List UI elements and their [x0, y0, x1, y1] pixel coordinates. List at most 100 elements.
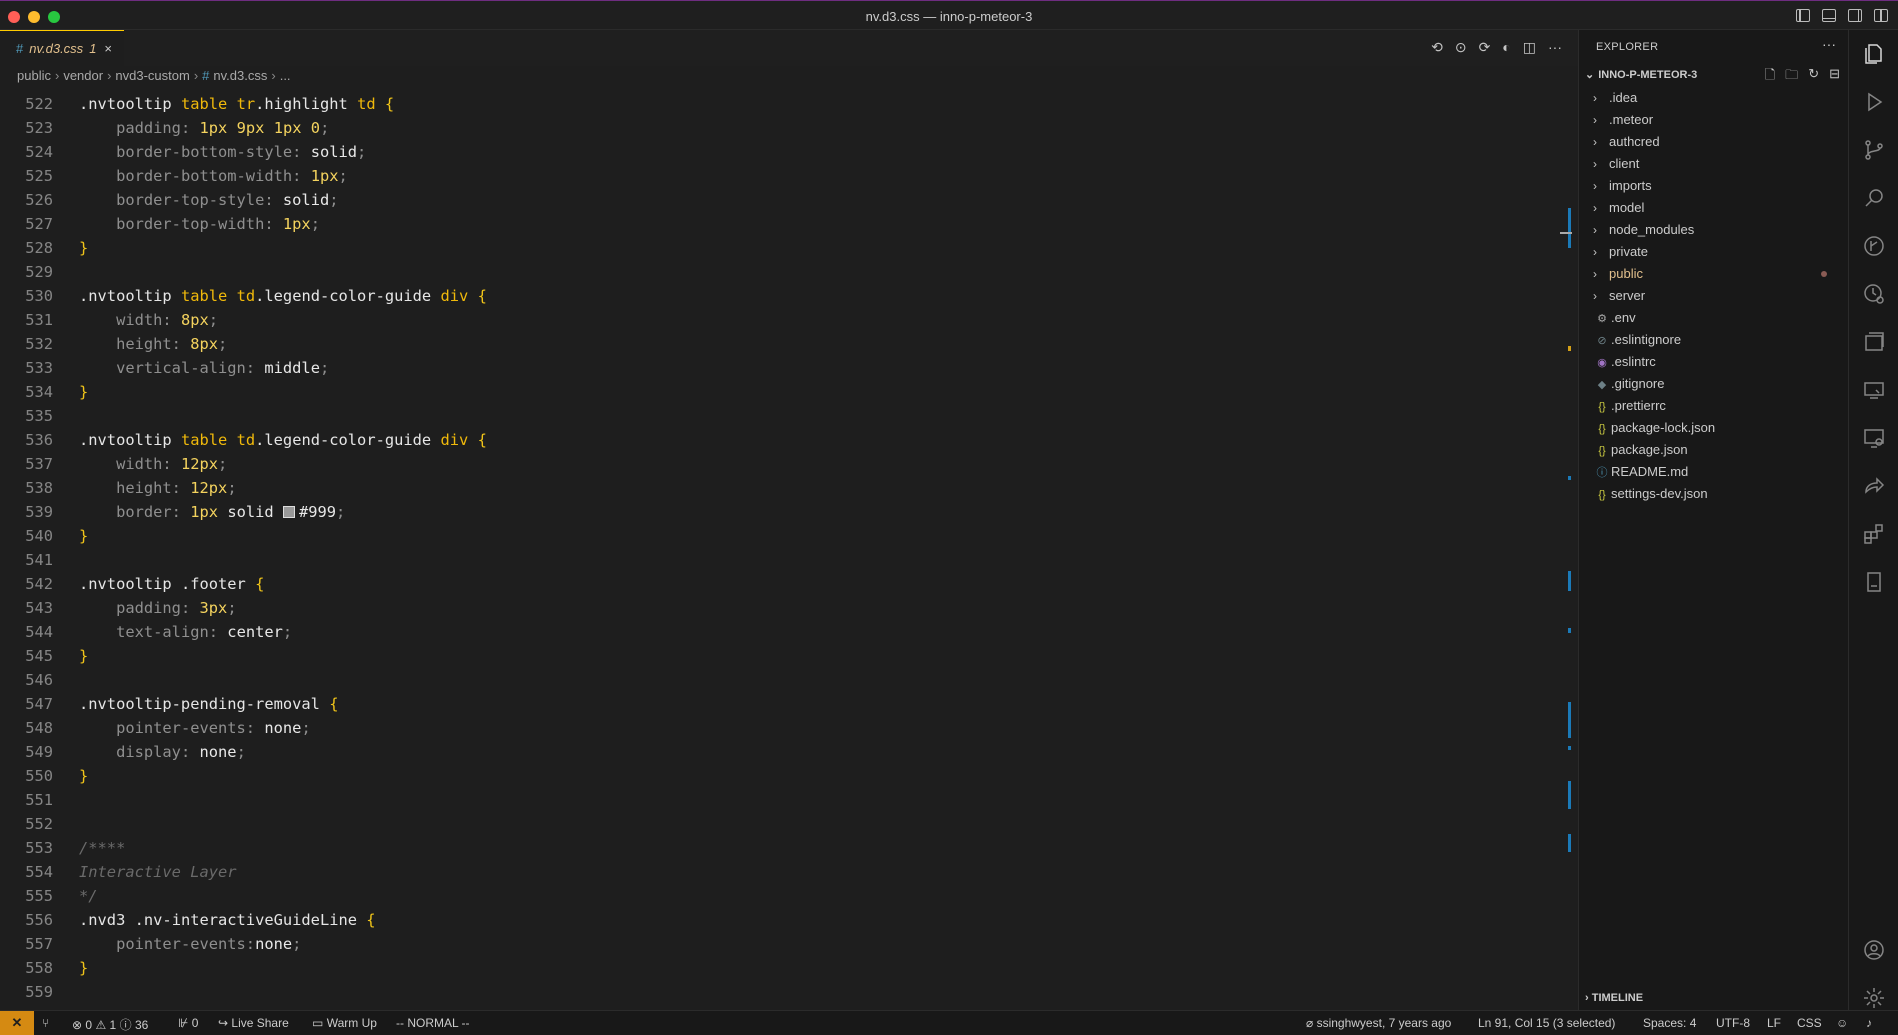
- tree-folder[interactable]: › server: [1579, 285, 1849, 307]
- indentation[interactable]: Spaces: 4: [1643, 1016, 1696, 1030]
- code-line: 532 height: 8px;: [0, 332, 1560, 356]
- new-file-icon[interactable]: 🗋: [1765, 66, 1775, 88]
- settings-gear-icon[interactable]: [1862, 986, 1886, 1010]
- extensions-icon[interactable]: [1862, 522, 1886, 546]
- breadcrumb-symbol[interactable]: ...: [280, 68, 291, 83]
- tree-file[interactable]: ⓘ README.md: [1579, 461, 1849, 483]
- scrollbar-gutter[interactable]: [1560, 66, 1574, 1006]
- keyboard-icon: ▭: [312, 1016, 324, 1030]
- toggle-panel-icon[interactable]: [1822, 9, 1836, 22]
- code-line: 528}: [0, 236, 1560, 260]
- tree-file[interactable]: ◉ .eslintrc: [1579, 351, 1849, 373]
- bookmark-icon[interactable]: [1862, 570, 1886, 594]
- line-number: 543: [25, 599, 53, 617]
- line-number: 550: [25, 767, 53, 785]
- ports-indicator[interactable]: ⊮ 0: [178, 1016, 198, 1030]
- panels-icon[interactable]: [1862, 330, 1886, 354]
- tree-file[interactable]: {} .prettierrc: [1579, 395, 1849, 417]
- line-number: 555: [25, 887, 53, 905]
- breadcrumb-nvd3-custom[interactable]: nvd3-custom: [115, 68, 189, 83]
- code-view[interactable]: 522 .nvtooltip table tr.highlight td { 52…: [0, 92, 1560, 1004]
- line-number: 526: [25, 191, 53, 209]
- search-icon[interactable]: [1862, 186, 1886, 210]
- eslint-icon: ◉: [1597, 357, 1607, 369]
- tree-folder[interactable]: › .idea: [1579, 87, 1849, 109]
- branch-icon[interactable]: ⑂: [42, 1016, 49, 1030]
- compare-icon[interactable]: ◐: [1502, 39, 1510, 56]
- breadcrumb-public[interactable]: public: [17, 68, 51, 83]
- cursor-position[interactable]: Ln 91, Col 15 (3 selected): [1478, 1016, 1615, 1030]
- copilot-icon[interactable]: ☺: [1836, 1016, 1848, 1030]
- chevron-right-icon: ›: [1593, 223, 1597, 237]
- code-line: 559: [0, 980, 1560, 1004]
- close-tab-icon[interactable]: ×: [104, 41, 112, 56]
- git-blame[interactable]: ⌀ ssinghwyest, 7 years ago: [1306, 1016, 1451, 1030]
- code-line: 543 padding: 3px;: [0, 596, 1560, 620]
- warning-marker: [1568, 346, 1571, 351]
- language-mode[interactable]: CSS: [1797, 1016, 1822, 1030]
- source-control-icon[interactable]: [1862, 138, 1886, 162]
- collapse-all-icon[interactable]: ⊟: [1829, 66, 1840, 88]
- navigate-icon[interactable]: ⊙: [1455, 39, 1467, 56]
- tree-folder[interactable]: › client: [1579, 153, 1849, 175]
- tree-file[interactable]: ⊘ .eslintignore: [1579, 329, 1849, 351]
- change-marker: [1568, 781, 1571, 809]
- breadcrumb-file[interactable]: nv.d3.css: [213, 68, 267, 83]
- chevron-right-icon: ›: [1593, 135, 1597, 149]
- toggle-primary-sidebar-icon[interactable]: [1796, 9, 1810, 22]
- tree-folder[interactable]: › .meteor: [1579, 109, 1849, 131]
- commit-icon: ⌀: [1306, 1016, 1314, 1030]
- problems-indicator[interactable]: ⊗ 0 ⚠ 1 ⓘ 36: [72, 1016, 148, 1033]
- tree-folder[interactable]: › private: [1579, 241, 1849, 263]
- color-swatch[interactable]: [282, 506, 295, 518]
- problem-count-badge: 1: [89, 41, 97, 56]
- tree-folder[interactable]: › authcred: [1579, 131, 1849, 153]
- tree-folder[interactable]: › imports: [1579, 175, 1849, 197]
- ignore-icon: ⊘: [1597, 335, 1607, 347]
- tree-file[interactable]: {} settings-dev.json: [1579, 483, 1849, 505]
- live-share-icon[interactable]: [1862, 474, 1886, 498]
- tab-nv-d3-css[interactable]: # nv.d3.css 1 ×: [0, 30, 124, 66]
- tree-file[interactable]: {} package-lock.json: [1579, 417, 1849, 439]
- tree-folder[interactable]: › model: [1579, 197, 1849, 219]
- explorer-icon[interactable]: [1862, 42, 1886, 66]
- line-number: 558: [25, 959, 53, 977]
- tree-folder[interactable]: › node_modules: [1579, 219, 1849, 241]
- remote-indicator[interactable]: ✕: [0, 1011, 34, 1035]
- end-of-line[interactable]: LF: [1767, 1016, 1781, 1030]
- remote-explorer-icon[interactable]: [1862, 378, 1886, 402]
- tree-folder-public[interactable]: › public: [1579, 263, 1849, 285]
- tree-file[interactable]: {} package.json: [1579, 439, 1849, 461]
- refresh-icon[interactable]: ↻: [1808, 66, 1819, 88]
- code-line: 539 border: 1px solid #999;: [0, 500, 1560, 524]
- explorer-title: EXPLORER: [1596, 41, 1659, 53]
- chevron-right-icon: ›: [1593, 91, 1597, 105]
- run-debug-icon[interactable]: [1862, 90, 1886, 114]
- encoding[interactable]: UTF-8: [1716, 1016, 1750, 1030]
- line-number: 534: [25, 383, 53, 401]
- new-folder-icon[interactable]: 🗀: [1785, 66, 1798, 88]
- go-back-icon[interactable]: ⟲: [1431, 39, 1443, 56]
- notifications-bell-icon[interactable]: ♪: [1866, 1016, 1872, 1030]
- live-share-status[interactable]: ↪ Live Share: [218, 1016, 289, 1030]
- tree-file[interactable]: ◆ .gitignore: [1579, 373, 1849, 395]
- line-number: 545: [25, 647, 53, 665]
- customize-layout-icon[interactable]: [1874, 9, 1888, 22]
- go-forward-icon[interactable]: ⟳: [1479, 39, 1491, 56]
- account-icon[interactable]: [1862, 938, 1886, 962]
- more-actions-icon[interactable]: ···: [1548, 39, 1562, 56]
- toggle-secondary-sidebar-icon[interactable]: [1848, 9, 1862, 22]
- code-line: 529: [0, 260, 1560, 284]
- json-icon: {}: [1598, 445, 1606, 457]
- tree-file[interactable]: ⚙ .env: [1579, 307, 1849, 329]
- remote-monitor-icon[interactable]: [1862, 426, 1886, 450]
- breadcrumb-vendor[interactable]: vendor: [63, 68, 103, 83]
- workspace-root[interactable]: ⌄ INNO-P-METEOR-3: [1585, 68, 1697, 81]
- split-editor-icon[interactable]: ◫: [1523, 39, 1536, 56]
- timeline-icon[interactable]: [1862, 282, 1886, 306]
- warm-up-status[interactable]: ▭ Warm Up: [312, 1016, 377, 1030]
- more-icon[interactable]: ···: [1822, 36, 1836, 52]
- git-graph-icon[interactable]: [1862, 234, 1886, 258]
- gear-icon: ⚙: [1597, 313, 1607, 325]
- timeline-section[interactable]: › TIMELINE: [1585, 992, 1643, 1004]
